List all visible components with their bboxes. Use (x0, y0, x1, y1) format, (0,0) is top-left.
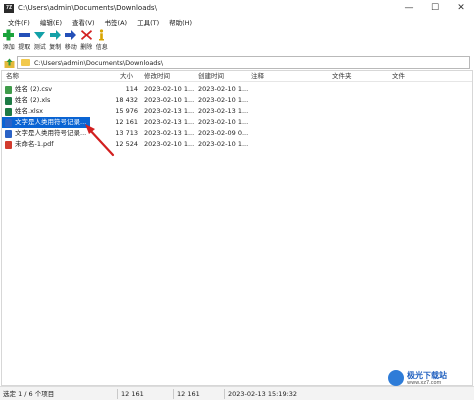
table-row[interactable]: 姓名.xlsx 15 976 2023-02-13 1... 2023-02-1… (2, 106, 472, 117)
file-name: 未命名-1.pdf (15, 140, 54, 148)
file-name: 文字是人类用符号记录... (15, 129, 87, 137)
maximize-button[interactable]: ☐ (422, 0, 448, 16)
table-row-selected[interactable]: 文字是人类用符号记录... 12 161 2023-02-13 1... 202… (2, 117, 472, 128)
column-comment[interactable]: 注释 (251, 71, 264, 82)
copy-button[interactable]: 复制 (48, 28, 64, 51)
app-icon: 7Z (4, 3, 14, 13)
file-modified: 2023-02-13 1... (144, 129, 195, 137)
column-modified[interactable]: 修改时间 (144, 71, 170, 82)
up-folder-icon (4, 58, 14, 68)
move-icon (65, 30, 77, 40)
word-file-icon (5, 118, 12, 127)
file-created: 2023-02-10 1... (198, 96, 249, 104)
file-created: 2023-02-10 1... (198, 140, 249, 148)
column-files[interactable]: 文件 (392, 71, 405, 82)
watermark: 极光下载站 www.xz7.com (388, 368, 472, 388)
menu-help[interactable]: 帮助(H) (164, 17, 197, 27)
file-name: 姓名.xlsx (15, 107, 43, 115)
file-list: 名称 大小 修改时间 创建时间 注释 文件夹 文件 姓名 (2).csv 114… (1, 70, 473, 386)
minimize-button[interactable]: — (396, 0, 422, 16)
copy-icon (49, 30, 61, 40)
menu-file[interactable]: 文件(F) (3, 17, 35, 27)
file-modified: 2023-02-10 1... (144, 85, 195, 93)
column-folders[interactable]: 文件夹 (332, 71, 352, 82)
info-button[interactable]: 信息 (94, 28, 110, 51)
file-name: 姓名 (2).xls (15, 96, 51, 104)
info-icon (99, 29, 105, 41)
table-row[interactable]: 未命名-1.pdf 12 524 2023-02-10 1... 2023-02… (2, 139, 472, 150)
csv-file-icon (5, 85, 12, 94)
file-created: 2023-02-13 1... (198, 107, 249, 115)
file-size: 12 524 (115, 140, 138, 148)
move-label: 移动 (64, 44, 77, 51)
toolbar: 添加 提取 测试 复制 移动 删除 信息 (0, 28, 474, 54)
column-created[interactable]: 创建时间 (198, 71, 224, 82)
status-divider (117, 389, 118, 399)
status-divider (173, 389, 174, 399)
file-modified: 2023-02-13 1... (144, 107, 195, 115)
extract-button[interactable]: 提取 (17, 28, 33, 51)
delete-button[interactable]: 删除 (79, 28, 95, 51)
add-icon (3, 29, 15, 41)
window-controls: — ☐ ✕ (396, 0, 474, 16)
status-datetime: 2023-02-13 15:19:32 (228, 390, 298, 398)
file-modified: 2023-02-13 1... (144, 118, 195, 126)
menu-bar: 文件(F) 编辑(E) 查看(V) 书签(A) 工具(T) 帮助(H) (0, 16, 474, 28)
file-size: 18 432 (115, 96, 138, 104)
file-created: 2023-02-10 1... (198, 85, 249, 93)
extract-label: 提取 (18, 44, 31, 51)
delete-label: 删除 (80, 44, 93, 51)
status-selected-size: 12 161 (121, 390, 144, 398)
delete-icon (80, 30, 92, 40)
table-row[interactable]: 姓名 (2).xls 18 432 2023-02-10 1... 2023-0… (2, 95, 472, 106)
word-file-icon (5, 129, 12, 138)
watermark-logo-icon (388, 370, 404, 386)
info-label: 信息 (95, 44, 108, 51)
move-button[interactable]: 移动 (63, 28, 79, 51)
file-created: 2023-02-09 0... (198, 129, 249, 137)
excel-file-icon (5, 107, 12, 116)
file-size: 15 976 (115, 107, 138, 115)
title-bar: 7Z C:\Users\admin\Documents\Downloads\ —… (0, 0, 474, 16)
pdf-file-icon (5, 140, 12, 149)
status-selection: 选定 1 / 6 个项目 (3, 390, 55, 398)
address-path: C:\Users\admin\Documents\Downloads\ (34, 58, 164, 67)
status-total-size: 12 161 (177, 390, 200, 398)
file-name: 文字是人类用符号记录... (15, 118, 87, 126)
add-label: 添加 (2, 44, 15, 51)
table-row[interactable]: 姓名 (2).csv 114 2023-02-10 1... 2023-02-1… (2, 84, 472, 95)
file-created: 2023-02-10 1... (198, 118, 249, 126)
file-modified: 2023-02-10 1... (144, 140, 195, 148)
file-modified: 2023-02-10 1... (144, 96, 195, 104)
status-bar: 选定 1 / 6 个项目 12 161 12 161 2023-02-13 15… (0, 386, 474, 400)
table-row[interactable]: 文字是人类用符号记录... 13 713 2023-02-13 1... 202… (2, 128, 472, 139)
close-button[interactable]: ✕ (448, 0, 474, 16)
file-size: 13 713 (115, 129, 138, 137)
status-divider (224, 389, 225, 399)
address-bar[interactable]: C:\Users\admin\Documents\Downloads\ (17, 56, 470, 69)
add-button[interactable]: 添加 (1, 28, 17, 51)
menu-tools[interactable]: 工具(T) (132, 17, 164, 27)
menu-view[interactable]: 查看(V) (67, 17, 100, 27)
menu-edit[interactable]: 编辑(E) (35, 17, 67, 27)
copy-label: 复制 (49, 44, 62, 51)
address-row: C:\Users\admin\Documents\Downloads\ (0, 56, 474, 70)
column-name[interactable]: 名称 (6, 71, 19, 82)
excel-file-icon (5, 96, 12, 105)
file-size: 114 (125, 85, 138, 93)
folder-icon (21, 59, 30, 66)
window-title: C:\Users\admin\Documents\Downloads\ (18, 4, 157, 12)
test-button[interactable]: 测试 (32, 28, 48, 51)
test-icon (34, 32, 46, 39)
column-header: 名称 大小 修改时间 创建时间 注释 文件夹 文件 (2, 71, 472, 82)
menu-bookmarks[interactable]: 书签(A) (100, 17, 133, 27)
test-label: 测试 (33, 44, 46, 51)
file-size: 12 161 (115, 118, 138, 126)
extract-icon (18, 33, 30, 37)
column-size[interactable]: 大小 (120, 71, 133, 82)
file-name: 姓名 (2).csv (15, 85, 53, 93)
up-folder-button[interactable] (3, 57, 15, 69)
